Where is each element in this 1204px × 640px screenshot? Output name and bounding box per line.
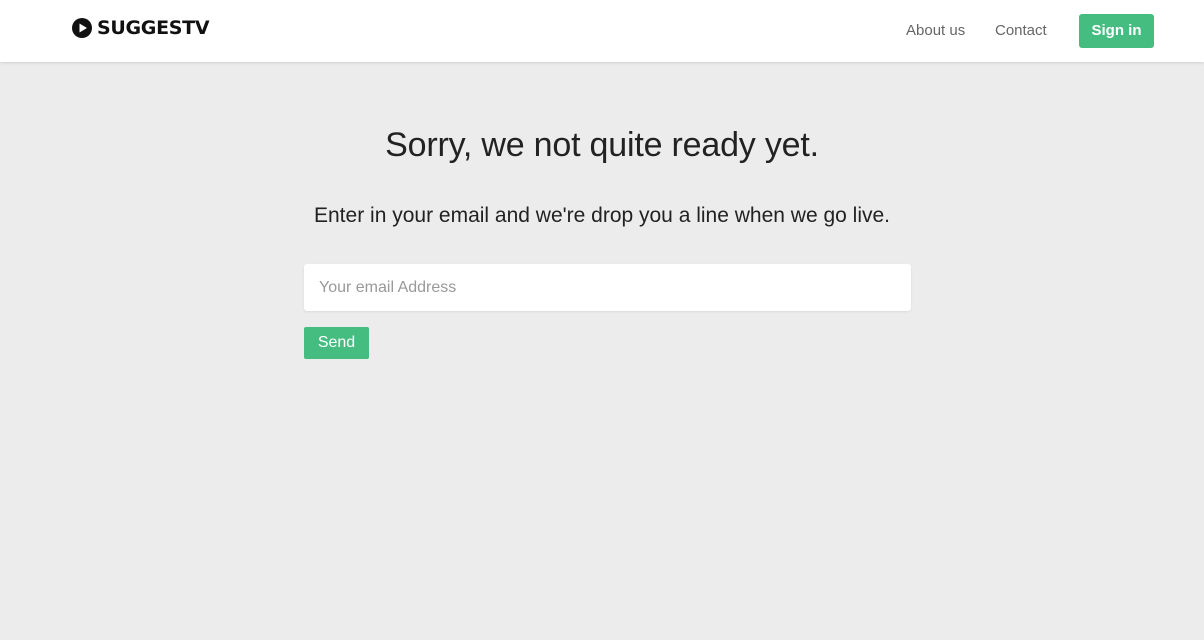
- top-navbar: SUGGESTV About us Contact Sign in: [0, 0, 1204, 62]
- sign-in-button[interactable]: Sign in: [1079, 14, 1154, 48]
- brand-logo-link[interactable]: SUGGESTV: [72, 17, 210, 39]
- email-input[interactable]: [304, 264, 911, 311]
- nav-about-link[interactable]: About us: [906, 22, 965, 40]
- brand-name: SUGGESTV: [97, 17, 210, 39]
- page-subheadline: Enter in your email and we're drop you a…: [314, 204, 890, 227]
- nav-contact-link[interactable]: Contact: [995, 22, 1047, 40]
- send-button[interactable]: Send: [304, 327, 369, 359]
- play-circle-icon: [72, 18, 92, 38]
- page-headline: Sorry, we not quite ready yet.: [385, 126, 819, 164]
